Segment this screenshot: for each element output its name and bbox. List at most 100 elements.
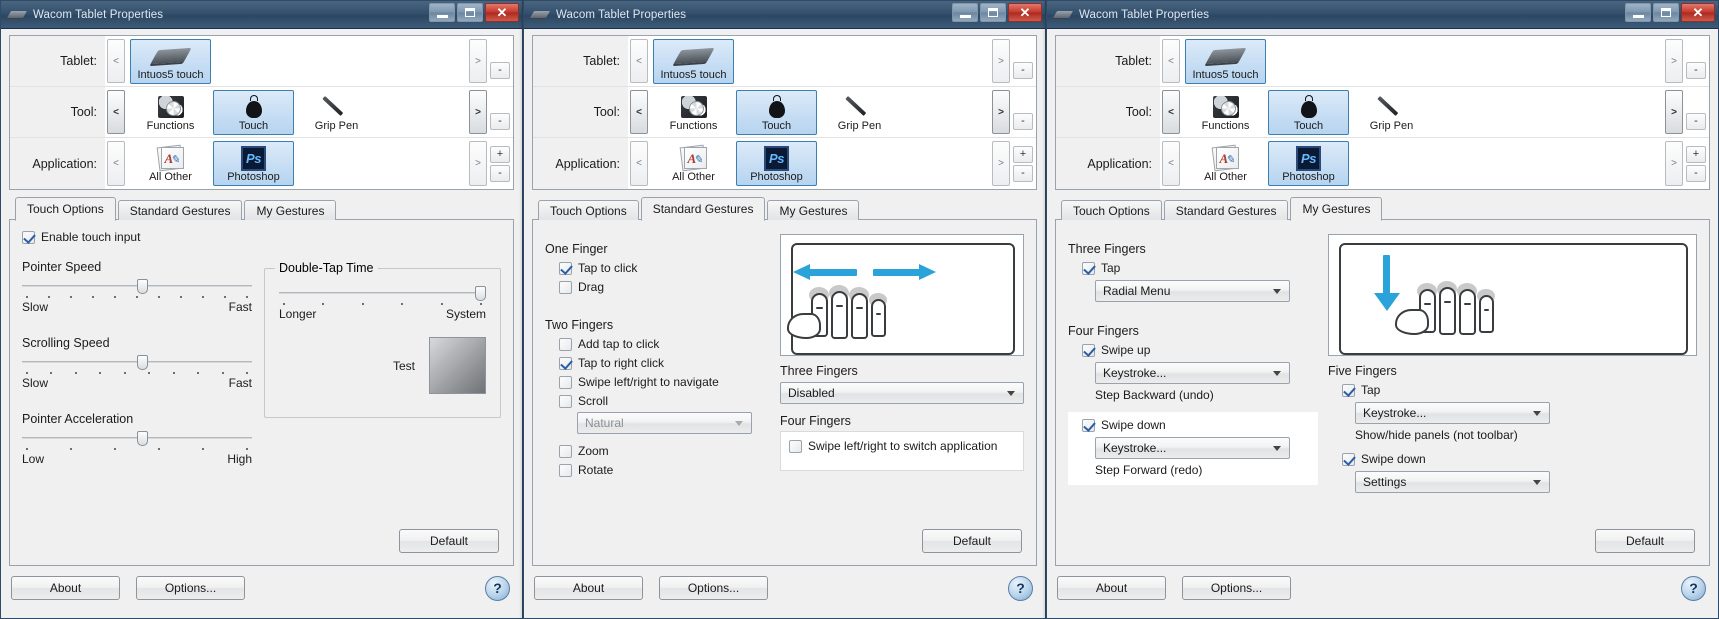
tablet-next-button[interactable]: > [469,39,487,83]
application-next-button[interactable]: > [1665,141,1683,186]
checkbox-four-finger-swipe-up[interactable]: Swipe up [1082,343,1318,357]
close-button[interactable]: ✕ [485,3,519,22]
about-button[interactable]: About [1057,576,1166,600]
checkbox-add-tap-to-click[interactable]: Add tap to click [559,337,770,351]
close-button[interactable]: ✕ [1008,3,1042,22]
checkbox-three-finger-tap[interactable]: Tap [1082,261,1318,275]
tool-item-touch[interactable]: Touch [213,89,294,135]
tool-item-functions[interactable]: Functions [130,90,211,135]
application-prev-button[interactable]: < [107,141,125,186]
tab-standard-gestures[interactable]: Standard Gestures [117,200,243,220]
tool-minus-button[interactable]: - [490,113,510,130]
minimize-button[interactable] [952,3,978,22]
tool-item-functions[interactable]: Functions [1185,90,1266,135]
tool-minus-button[interactable]: - [1013,113,1033,130]
application-prev-button[interactable]: < [630,141,648,186]
application-item-all-other[interactable]: A ✎ All Other [130,141,211,186]
title-bar[interactable]: Wacom Tablet Properties ✕ [524,1,1045,29]
checkbox-rotate[interactable]: Rotate [559,463,770,477]
tablet-minus-button[interactable]: - [1686,62,1706,79]
title-bar[interactable]: Wacom Tablet Properties ✕ [1047,1,1718,29]
help-button[interactable]: ? [485,575,510,601]
application-item-photoshop[interactable]: Ps Photoshop [1268,141,1349,186]
application-remove-button[interactable]: - [1013,164,1033,182]
application-item-all-other[interactable]: A ✎ All Other [653,141,734,186]
four-finger-swipe-down-action-combo[interactable]: Keystroke... [1095,437,1290,459]
minimize-button[interactable] [1625,3,1651,22]
five-finger-tap-action-combo[interactable]: Keystroke... [1355,402,1550,424]
options-button[interactable]: Options... [659,576,768,600]
tool-prev-button[interactable]: < [107,90,125,134]
scroll-direction-combo[interactable]: Natural [577,412,752,434]
tablet-prev-button[interactable]: < [1162,39,1180,83]
default-button[interactable]: Default [922,529,1022,553]
tablet-minus-button[interactable]: - [490,62,510,79]
checkbox-tap-to-right-click[interactable]: Tap to right click [559,356,770,370]
tool-prev-button[interactable]: < [1162,90,1180,134]
enable-touch-input-checkbox[interactable]: Enable touch input [22,230,501,244]
tab-touch-options[interactable]: Touch Options [15,197,116,221]
tablet-prev-button[interactable]: < [107,39,125,83]
checkbox-drag[interactable]: Drag [559,280,770,294]
checkbox-tap-to-click[interactable]: Tap to click [559,261,770,275]
application-item-photoshop[interactable]: Ps Photoshop [736,141,817,186]
tool-prev-button[interactable]: < [630,90,648,134]
tablet-item-intuos5[interactable]: Intuos5 touch [130,38,211,84]
four-finger-swipe-up-action-combo[interactable]: Keystroke... [1095,362,1290,384]
tablet-item-intuos5[interactable]: Intuos5 touch [653,38,734,84]
checkbox-swipe-switch-application[interactable]: Swipe left/right to switch application [789,439,1015,453]
tablet-next-button[interactable]: > [992,39,1010,83]
maximize-button[interactable] [457,3,483,22]
application-remove-button[interactable]: - [490,164,510,182]
tool-item-functions[interactable]: Functions [653,90,734,135]
checkbox-zoom[interactable]: Zoom [559,444,770,458]
maximize-button[interactable] [1653,3,1679,22]
tab-my-gestures[interactable]: My Gestures [1290,197,1383,221]
tool-item-grip-pen[interactable]: Grip Pen [819,90,900,135]
checkbox-four-finger-swipe-down[interactable]: Swipe down [1082,418,1318,432]
pointer-acceleration-slider[interactable] [22,430,252,446]
options-button[interactable]: Options... [1182,576,1291,600]
tab-touch-options[interactable]: Touch Options [538,200,639,220]
tablet-item-intuos5[interactable]: Intuos5 touch [1185,38,1266,84]
tab-standard-gestures[interactable]: Standard Gestures [640,197,766,221]
minimize-button[interactable] [429,3,455,22]
tab-standard-gestures[interactable]: Standard Gestures [1163,200,1289,220]
double-tap-test-area[interactable] [429,337,486,394]
close-button[interactable]: ✕ [1681,3,1715,22]
default-button[interactable]: Default [1595,529,1695,553]
scrolling-speed-slider[interactable] [22,354,252,370]
about-button[interactable]: About [534,576,643,600]
tool-item-touch[interactable]: Touch [736,89,817,135]
tool-item-touch[interactable]: Touch [1268,89,1349,135]
double-tap-time-slider[interactable] [279,285,486,301]
application-item-photoshop[interactable]: Ps Photoshop [213,141,294,186]
application-remove-button[interactable]: - [1686,164,1706,182]
application-add-button[interactable]: + [1686,145,1706,163]
tool-item-grip-pen[interactable]: Grip Pen [1351,90,1432,135]
options-button[interactable]: Options... [136,576,245,600]
tablet-next-button[interactable]: > [1665,39,1683,83]
checkbox-swipe-navigate[interactable]: Swipe left/right to navigate [559,375,770,389]
application-add-button[interactable]: + [1013,145,1033,163]
tab-touch-options[interactable]: Touch Options [1061,200,1162,220]
five-finger-swipe-down-action-combo[interactable]: Settings [1355,471,1550,493]
tool-item-grip-pen[interactable]: Grip Pen [296,90,377,135]
application-prev-button[interactable]: < [1162,141,1180,186]
checkbox-scroll[interactable]: Scroll [559,394,770,408]
default-button[interactable]: Default [399,529,499,553]
checkbox-five-finger-swipe-down[interactable]: Swipe down [1342,452,1697,466]
about-button[interactable]: About [11,576,120,600]
application-add-button[interactable]: + [490,145,510,163]
tool-next-button[interactable]: > [992,90,1010,134]
tool-minus-button[interactable]: - [1686,113,1706,130]
tab-my-gestures[interactable]: My Gestures [767,200,860,220]
help-button[interactable]: ? [1008,575,1033,601]
maximize-button[interactable] [980,3,1006,22]
tablet-minus-button[interactable]: - [1013,62,1033,79]
tab-my-gestures[interactable]: My Gestures [244,200,337,220]
application-item-all-other[interactable]: A ✎ All Other [1185,141,1266,186]
three-finger-tap-action-combo[interactable]: Radial Menu [1095,280,1290,302]
application-next-button[interactable]: > [469,141,487,186]
application-next-button[interactable]: > [992,141,1010,186]
